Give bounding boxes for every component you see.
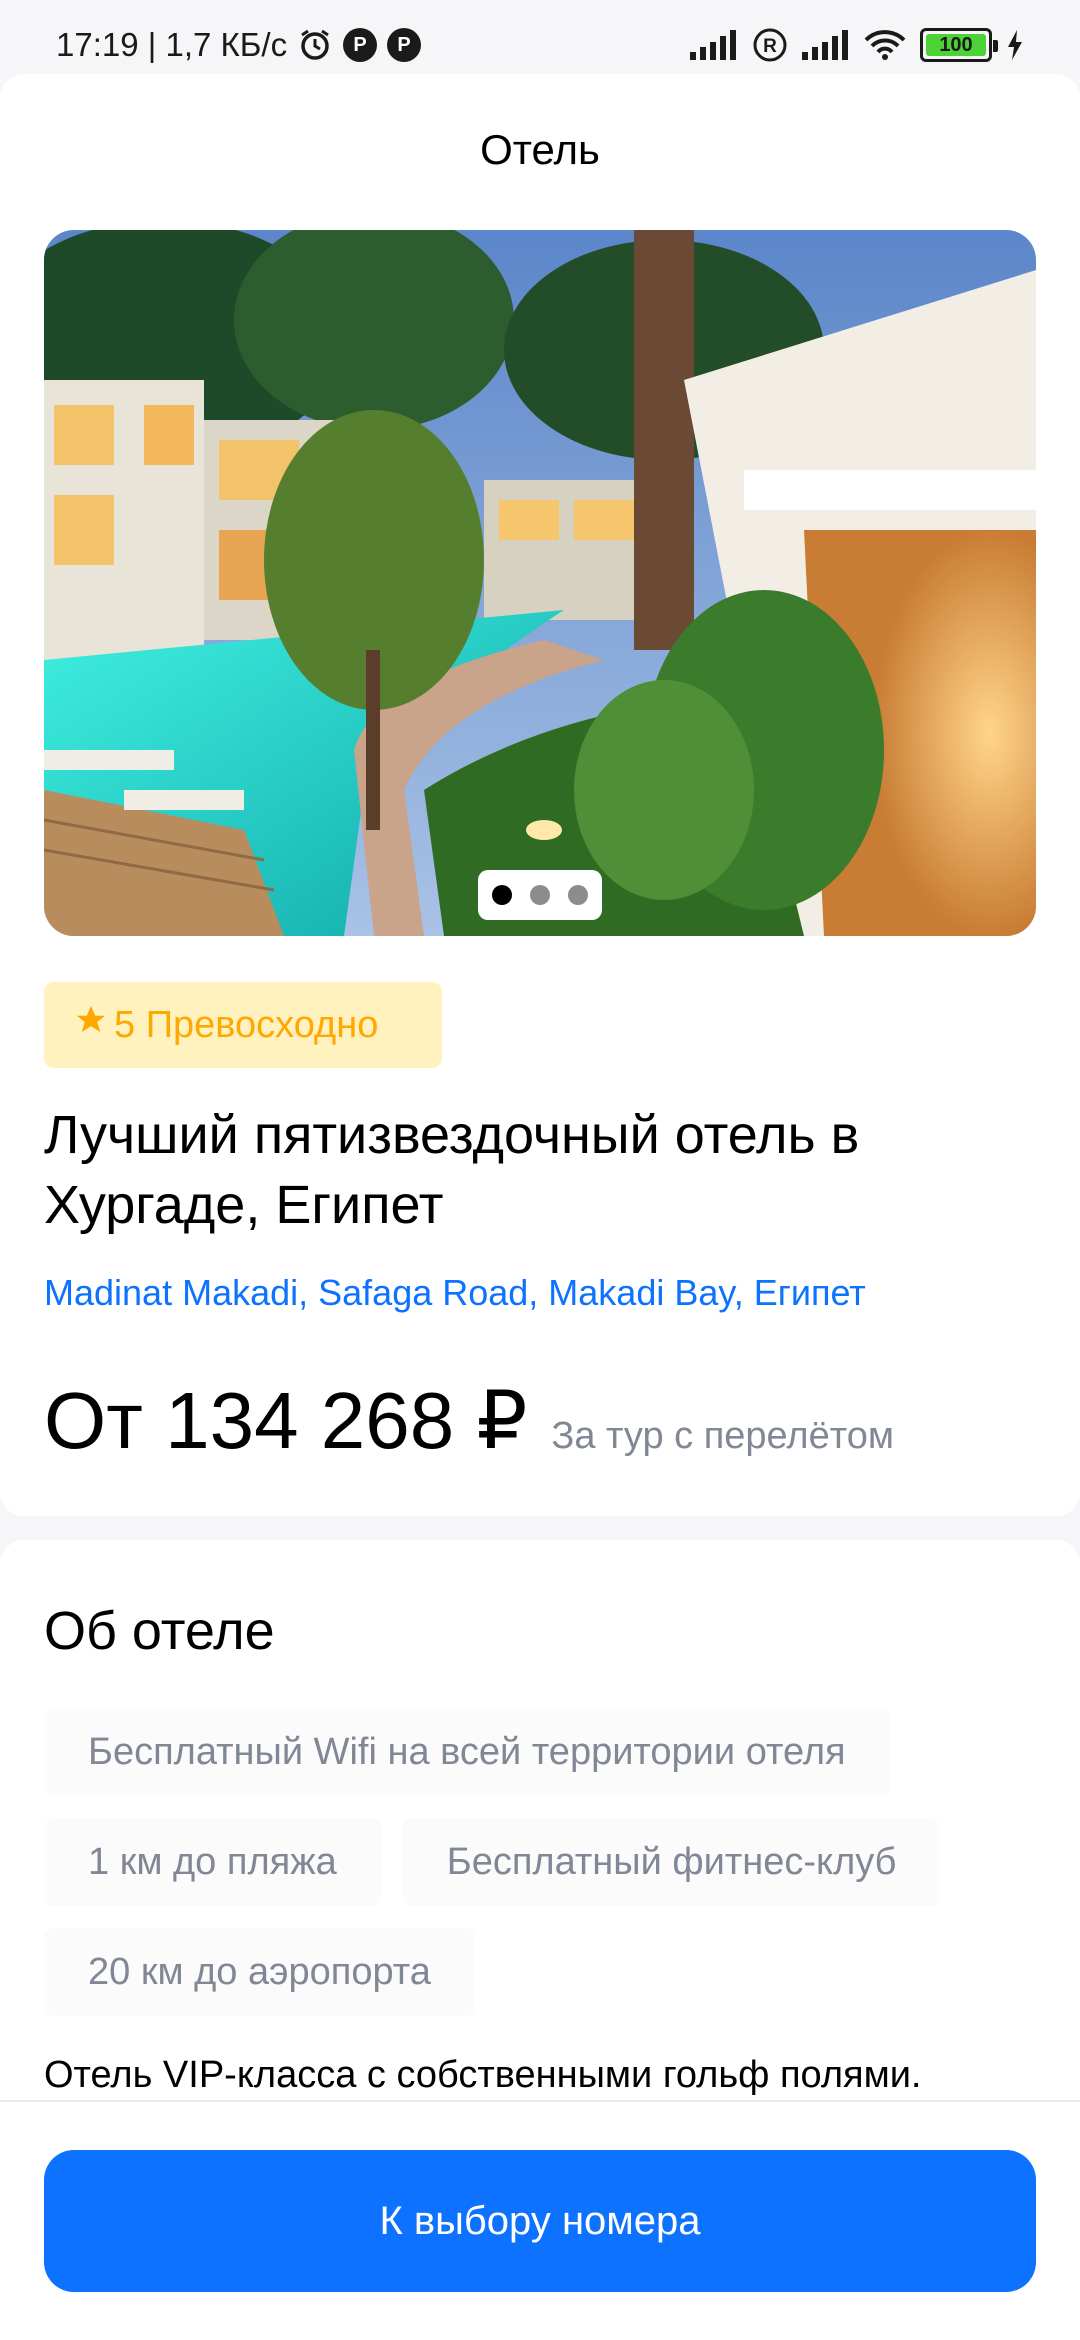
carousel-indicator — [478, 870, 602, 920]
star-icon — [74, 1003, 108, 1047]
alarm-icon — [297, 27, 333, 63]
hotel-photo — [44, 230, 1036, 936]
battery-icon: 100 — [920, 28, 998, 62]
choose-room-button[interactable]: К выбору номера — [44, 2150, 1036, 2292]
roaming-icon: R — [752, 27, 788, 63]
carousel-dot-1[interactable] — [492, 885, 512, 905]
hotel-address-link[interactable]: Madinat Makadi, Safaga Road, Makadi Bay,… — [44, 1272, 866, 1314]
app-notification-icon: P — [343, 28, 378, 62]
price: От 134 268 ₽ — [44, 1376, 528, 1465]
bottom-action-bar: К выбору номера — [0, 2100, 1080, 2340]
amenity-tag: 1 км до пляжа — [44, 1818, 381, 1906]
carousel-dot-2[interactable] — [530, 885, 550, 905]
hotel-name: Лучший пятизвездочный отель в Хургаде, Е… — [44, 1105, 860, 1235]
svg-text:R: R — [763, 36, 777, 57]
price-note: За тур с перелётом — [551, 1415, 894, 1457]
app-notification-icon-2: P — [387, 28, 422, 62]
hotel-card: Отель 5 Превосходно Лучший пятизвездочны… — [0, 74, 1080, 1516]
amenity-tag: Бесплатный Wifi на всей территории отеля — [44, 1708, 890, 1796]
carousel-dot-3[interactable] — [568, 885, 588, 905]
page-title: Отель — [480, 126, 600, 173]
signal-icon — [690, 30, 738, 60]
amenity-tag: 20 км до аэропорта — [44, 1928, 475, 2016]
rating-text: 5 Превосходно — [114, 1003, 379, 1046]
rating-badge: 5 Превосходно — [44, 982, 442, 1068]
charging-icon — [1006, 30, 1024, 60]
wifi-icon — [864, 29, 906, 61]
hotel-description: Отель VIP-класса с собственными гольф по… — [44, 2054, 922, 2096]
price-row: От 134 268 ₽ За тур с перелётом — [44, 1374, 894, 1467]
amenity-tags: Бесплатный Wifi на всей территории отеля… — [44, 1708, 1044, 2016]
about-hotel-card: Об отеле Бесплатный Wifi на всей террито… — [0, 1540, 1080, 2100]
about-title: Об отеле — [44, 1601, 275, 1661]
signal-icon-2 — [802, 30, 850, 60]
status-time-speed: 17:19 | 1,7 КБ/с — [56, 26, 288, 63]
hotel-photo-carousel[interactable] — [44, 230, 1036, 936]
amenity-tag: Бесплатный фитнес-клуб — [402, 1818, 941, 1906]
